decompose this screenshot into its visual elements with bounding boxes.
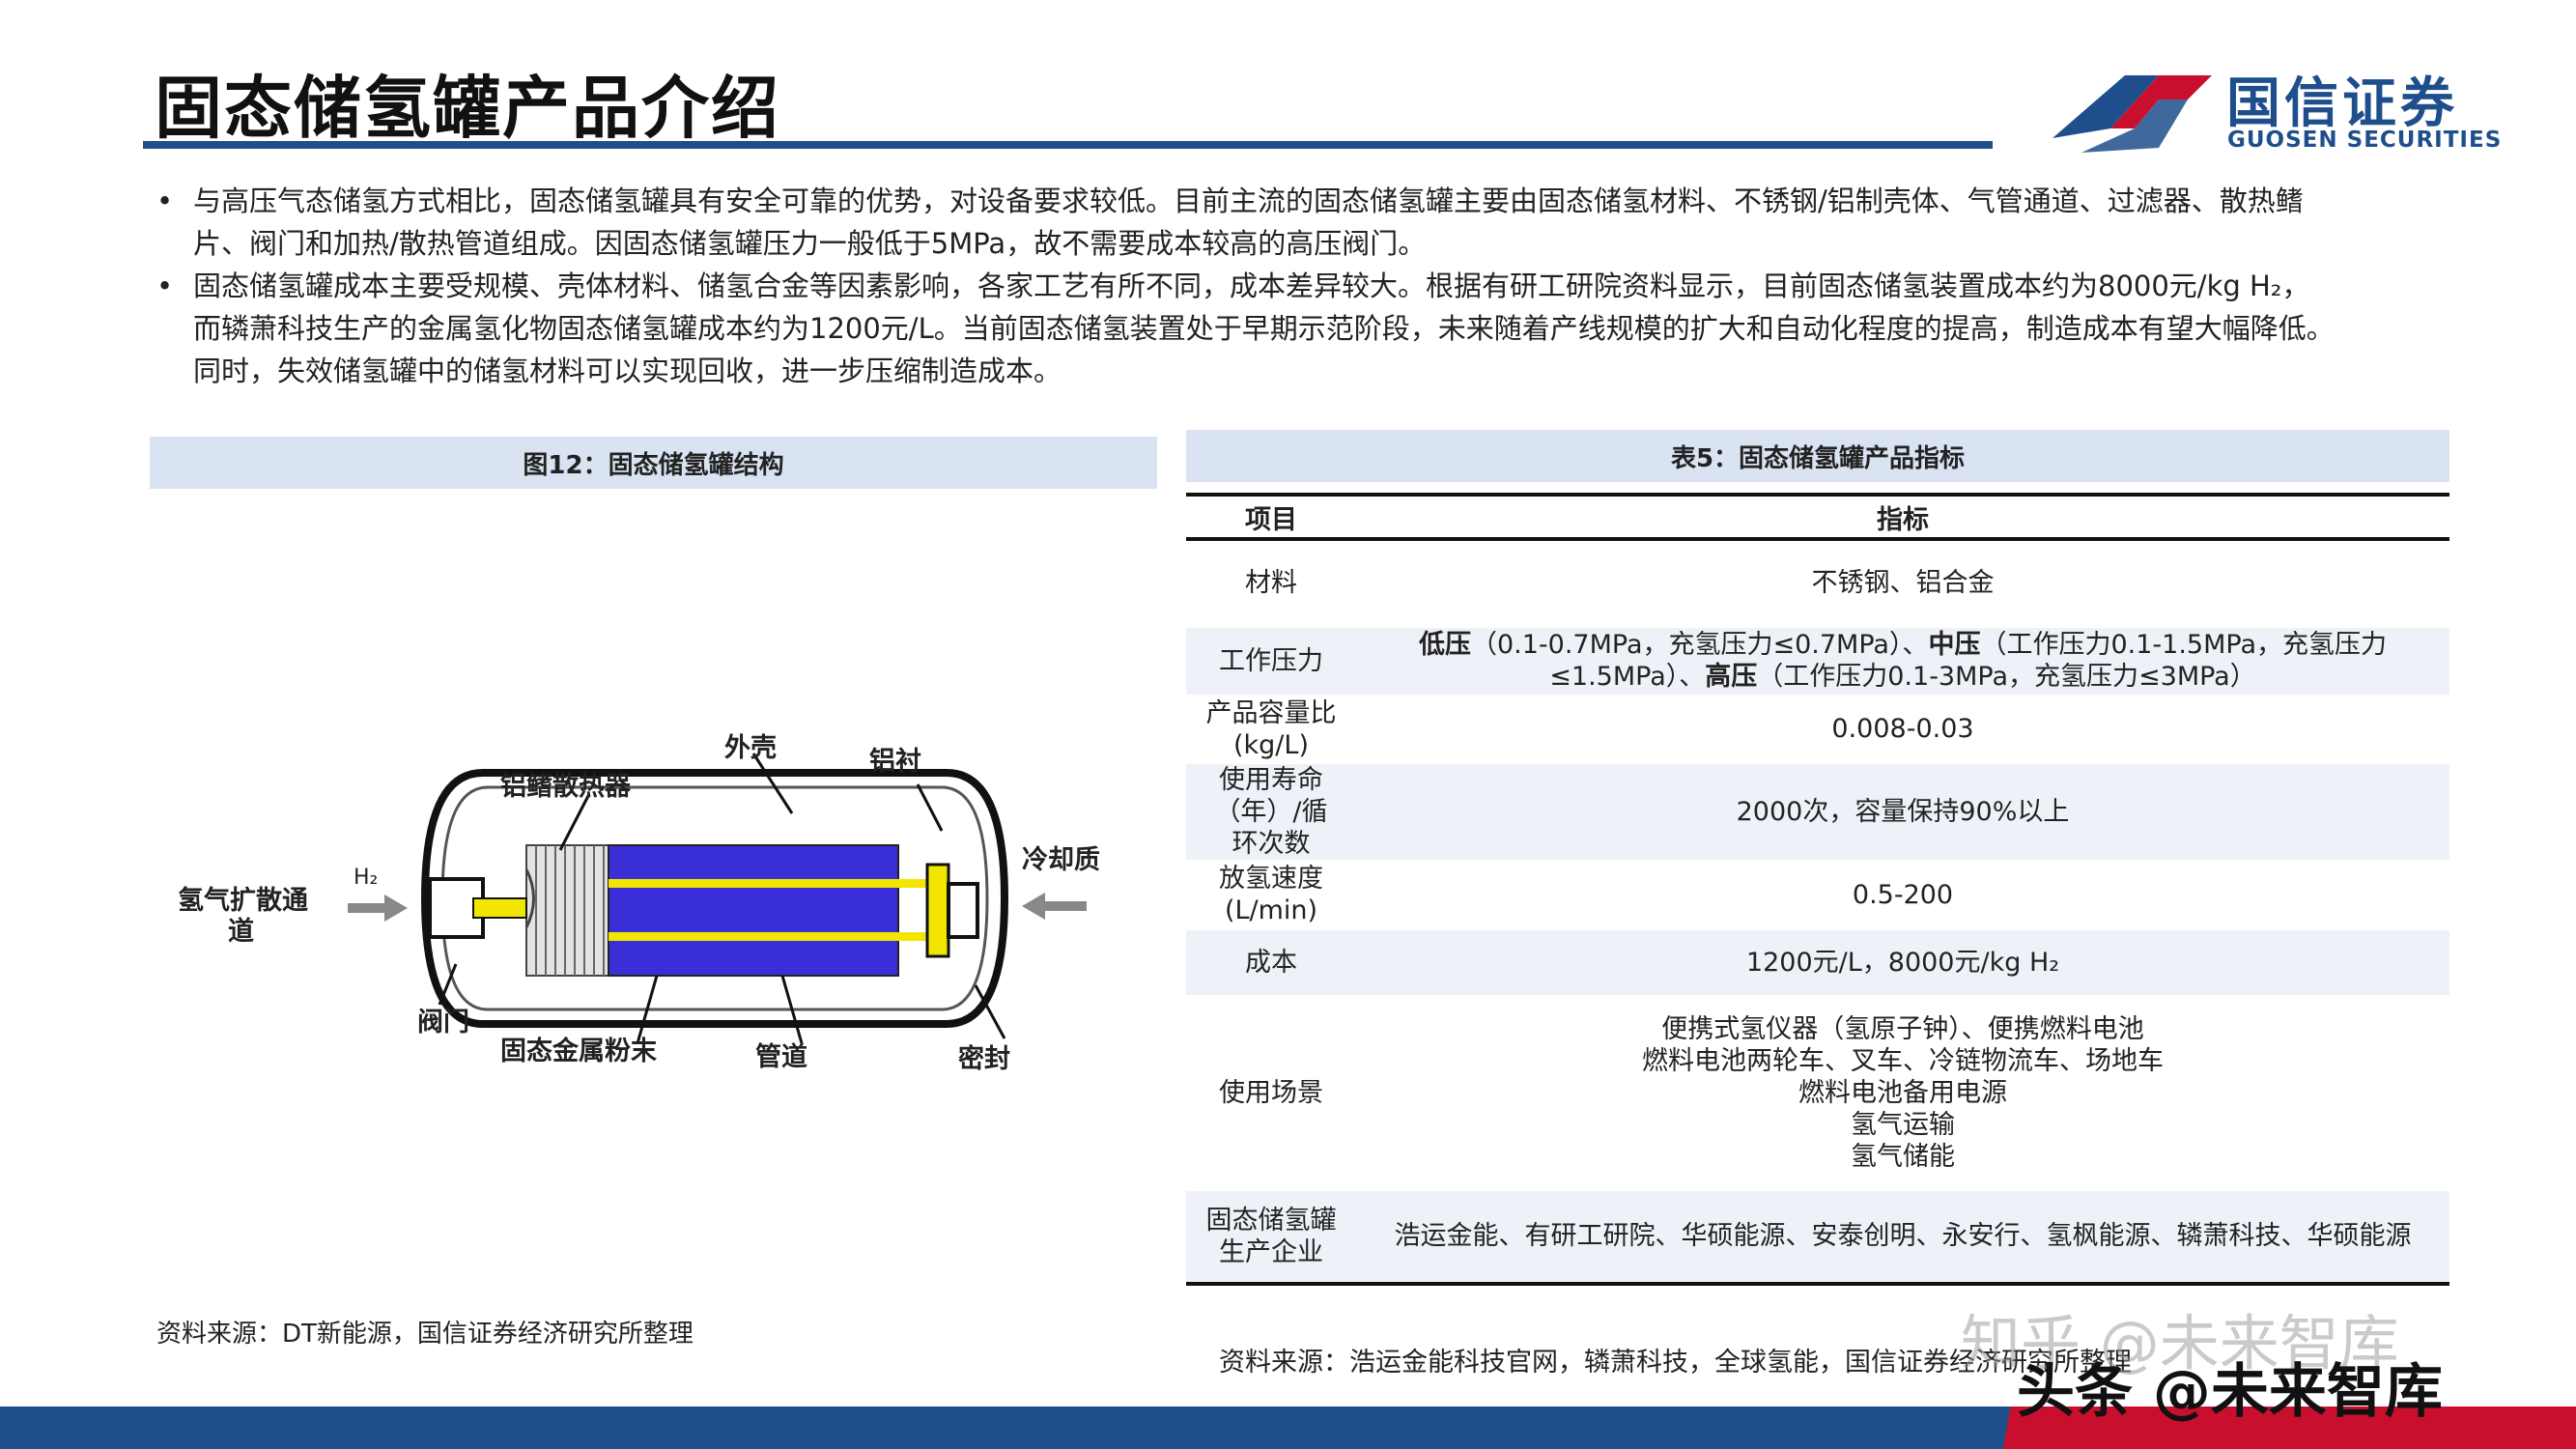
- title-divider: [143, 141, 1993, 149]
- table-row: 放氢速度 (L/min) 0.5-200: [1186, 861, 2449, 930]
- bullet-line: 同时，失效储氢罐中的储氢材料可以实现回收，进一步压缩制造成本。: [193, 355, 1062, 387]
- label-shell: 外壳: [724, 733, 777, 763]
- guosen-logo-icon: [2052, 75, 2212, 153]
- table-row: 材料 不锈钢、铝合金: [1186, 539, 2449, 628]
- logo-text-en: GUOSEN SECURITIES: [2227, 128, 2503, 153]
- label-powder: 固态金属粉末: [500, 1037, 657, 1066]
- table-caption: 表5：固态储氢罐产品指标: [1186, 430, 2449, 482]
- row-value: 浩运金能、有研工研院、华硕能源、安泰创明、永安行、氢枫能源、辚萧科技、华硕能源: [1356, 1189, 2449, 1286]
- label-seal: 密封: [958, 1044, 1010, 1074]
- row-item: 使用场景: [1186, 996, 1356, 1191]
- table-header-row: 项目 指标: [1186, 493, 2449, 541]
- row-item: 产品容量比 (kg/L): [1186, 696, 1356, 764]
- label-diffusion-2: 道: [228, 917, 254, 947]
- label-liner: 铝衬: [869, 747, 921, 777]
- bullet-dot: •: [156, 185, 174, 217]
- figure-caption: 图12：固态储氢罐结构: [150, 437, 1157, 489]
- label-pipe: 管道: [755, 1042, 807, 1072]
- row-value: 0.008-0.03: [1356, 696, 2449, 764]
- label-fins: 铝鳍散热器: [500, 772, 631, 802]
- bullet-dot: •: [156, 270, 174, 302]
- tank-structure-diagram: 外壳 铝衬 铝鳍散热器 冷却质 氢气扩散通 道 H₂ 阀门 固态金属粉末 管道 …: [155, 705, 1130, 1092]
- row-item: 成本: [1186, 928, 1356, 998]
- bullet-line: 与高压气态储氢方式相比，固态储氢罐具有安全可靠的优势，对设备要求较低。目前主流的…: [193, 185, 2304, 217]
- row-value: 2000次，容量保持90%以上: [1356, 762, 2449, 863]
- column-header: 指标: [1356, 493, 2449, 541]
- row-value: 1200元/L，8000元/kg H₂: [1356, 928, 2449, 998]
- bullet-line: 而辚萧科技生产的金属氢化物固态储氢罐成本约为1200元/L。当前固态储氢装置处于…: [193, 312, 2335, 345]
- bullet-line: 片、阀门和加热/散热管道组成。因固态储氢罐压力一般低于5MPa，故不需要成本较高…: [193, 227, 1427, 260]
- row-item: 固态储氢罐 生产企业: [1186, 1189, 1356, 1286]
- row-value: 不锈钢、铝合金: [1356, 539, 2449, 628]
- page-title: 固态储氢罐产品介绍: [155, 69, 780, 148]
- label-coolant: 冷却质: [1022, 845, 1100, 875]
- table-row: 使用寿命 （年）/循 环次数 2000次，容量保持90%以上: [1186, 762, 2449, 863]
- bullet-item: • 固态储氢罐成本主要受规模、壳体材料、储氢合金等因素影响，各家工艺有所不同，成…: [155, 265, 2453, 392]
- bullet-line: 固态储氢罐成本主要受规模、壳体材料、储氢合金等因素影响，各家工艺有所不同，成本差…: [193, 270, 2310, 302]
- label-valve: 阀门: [417, 1008, 469, 1037]
- row-value: 便携式氢仪器（氢原子钟）、便携燃料电池 燃料电池两轮车、叉车、冷链物流车、场地车…: [1356, 996, 2449, 1191]
- product-spec-table: 项目 指标 材料 不锈钢、铝合金 工作压力 低压（0.1-0.7MPa，充氢压力…: [1186, 493, 2449, 1286]
- table-row: 成本 1200元/L，8000元/kg H₂: [1186, 928, 2449, 998]
- logo-text-cn: 国信证券: [2226, 72, 2458, 135]
- table-row: 工作压力 低压（0.1-0.7MPa，充氢压力≤0.7MPa）、中压（工作压力0…: [1186, 626, 2449, 697]
- column-header: 项目: [1186, 493, 1356, 541]
- table-row: 产品容量比 (kg/L) 0.008-0.03: [1186, 696, 2449, 764]
- row-value: 低压（0.1-0.7MPa，充氢压力≤0.7MPa）、中压（工作压力0.1-1.…: [1356, 626, 2449, 697]
- bullet-list: • 与高压气态储氢方式相比，固态储氢罐具有安全可靠的优势，对设备要求较低。目前主…: [155, 180, 2453, 392]
- figure-source: 资料来源：DT新能源，国信证券经济研究所整理: [156, 1320, 694, 1349]
- bullet-item: • 与高压气态储氢方式相比，固态储氢罐具有安全可靠的优势，对设备要求较低。目前主…: [155, 180, 2453, 265]
- label-h2: H₂: [354, 866, 379, 890]
- row-value: 0.5-200: [1356, 861, 2449, 930]
- table-row: 使用场景 便携式氢仪器（氢原子钟）、便携燃料电池 燃料电池两轮车、叉车、冷链物流…: [1186, 996, 2449, 1191]
- row-item: 工作压力: [1186, 626, 1356, 697]
- watermark-toutiao: 头条 @未来智库: [2017, 1358, 2443, 1426]
- row-item: 放氢速度 (L/min): [1186, 861, 1356, 930]
- table-row: 固态储氢罐 生产企业 浩运金能、有研工研院、华硕能源、安泰创明、永安行、氢枫能源、…: [1186, 1189, 2449, 1286]
- row-item: 使用寿命 （年）/循 环次数: [1186, 762, 1356, 863]
- row-item: 材料: [1186, 539, 1356, 628]
